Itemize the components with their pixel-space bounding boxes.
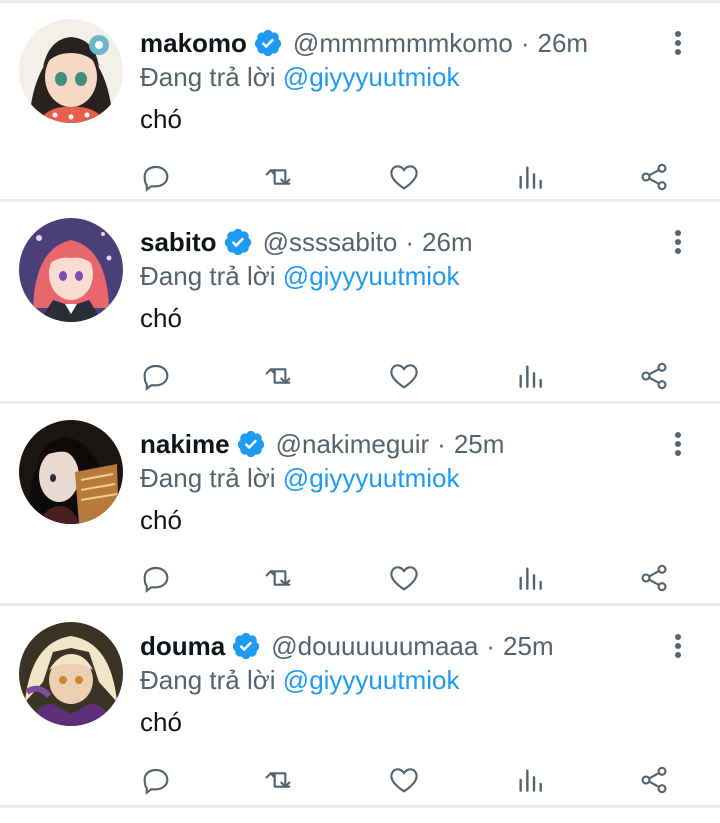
retweet-icon[interactable] [262,356,298,396]
tweet-actions [138,157,678,197]
timestamp[interactable]: 25m [503,628,554,664]
share-icon[interactable] [636,760,672,800]
tweet-header: nakime @nakimeguir · 25m [140,426,504,462]
more-vertical-icon[interactable] [664,628,692,664]
user-handle[interactable]: @ssssabito [263,224,398,260]
separator-dot: · [405,227,415,257]
replying-to: Đang trả lời @giyyyuutmiok [140,258,459,294]
verified-badge-icon [236,429,266,459]
share-icon[interactable] [636,157,672,197]
more-vertical-icon[interactable] [664,25,692,61]
heart-icon[interactable] [386,157,422,197]
retweet-icon[interactable] [262,558,298,598]
verified-badge-icon [231,631,261,661]
tweet-text: chó [140,707,182,737]
timestamp[interactable]: 26m [422,224,473,260]
analytics-icon[interactable] [512,558,548,598]
avatar[interactable] [19,218,123,322]
retweet-icon[interactable] [262,157,298,197]
verified-badge-icon [253,28,283,58]
share-icon[interactable] [636,558,672,598]
tweet-header: makomo @mmmmmmkomo · 26m [140,25,588,61]
replying-to: Đang trả lời @giyyyuutmiok [140,460,459,496]
tweet-text: chó [140,303,182,333]
reply-icon[interactable] [138,760,174,800]
tweet[interactable]: makomo @mmmmmmkomo · 26m Đang trả lời @g… [0,0,720,202]
user-handle[interactable]: @mmmmmmkomo [293,25,513,61]
reply-prefix: Đang trả lời [140,463,276,493]
avatar-image [19,218,123,322]
analytics-icon[interactable] [512,760,548,800]
more-vertical-icon[interactable] [664,426,692,462]
reply-to-link[interactable]: @giyyyuutmiok [283,665,460,695]
heart-icon[interactable] [386,760,422,800]
reply-icon[interactable] [138,157,174,197]
avatar-image [19,19,123,123]
tweet-actions [138,760,678,800]
display-name[interactable]: sabito [140,224,217,260]
tweet-header: sabito @ssssabito · 26m [140,224,473,260]
reply-to-link[interactable]: @giyyyuutmiok [283,62,460,92]
timestamp[interactable]: 26m [538,25,589,61]
display-name[interactable]: douma [140,628,225,664]
verified-badge-icon [223,227,253,257]
tweet-actions [138,356,678,396]
tweet-text: chó [140,104,182,134]
reply-to-link[interactable]: @giyyyuutmiok [283,261,460,291]
reply-prefix: Đang trả lời [140,62,276,92]
more-vertical-icon[interactable] [664,224,692,260]
display-name[interactable]: nakime [140,426,230,462]
reply-prefix: Đang trả lời [140,261,276,291]
display-name[interactable]: makomo [140,25,247,61]
tweet-actions [138,558,678,598]
retweet-icon[interactable] [262,760,298,800]
user-handle[interactable]: @nakimeguir [276,426,430,462]
analytics-icon[interactable] [512,157,548,197]
avatar-image [19,622,123,726]
replying-to: Đang trả lời @giyyyuutmiok [140,59,459,95]
tweet[interactable]: douma @douuuuuumaaa · 25m Đang trả lời @… [0,606,720,808]
separator-dot: · [437,429,446,459]
timestamp[interactable]: 25m [454,426,505,462]
reply-feed: makomo @mmmmmmkomo · 26m Đang trả lời @g… [0,0,720,808]
replying-to: Đang trả lời @giyyyuutmiok [140,662,459,698]
tweet-header: douma @douuuuuumaaa · 25m [140,628,554,664]
share-icon[interactable] [636,356,672,396]
tweet[interactable]: nakime @nakimeguir · 25m Đang trả lời @g… [0,404,720,606]
separator-dot: · [520,28,530,58]
user-handle[interactable]: @douuuuuumaaa [271,628,478,664]
avatar-image [19,420,123,524]
avatar[interactable] [19,420,123,524]
heart-icon[interactable] [386,356,422,396]
separator-dot: · [486,631,496,661]
avatar[interactable] [19,622,123,726]
reply-to-link[interactable]: @giyyyuutmiok [283,463,460,493]
heart-icon[interactable] [386,558,422,598]
avatar[interactable] [19,19,123,123]
analytics-icon[interactable] [512,356,548,396]
reply-icon[interactable] [138,356,174,396]
reply-icon[interactable] [138,558,174,598]
reply-prefix: Đang trả lời [140,665,276,695]
tweet[interactable]: sabito @ssssabito · 26m Đang trả lời @gi… [0,202,720,404]
tweet-text: chó [140,505,182,535]
